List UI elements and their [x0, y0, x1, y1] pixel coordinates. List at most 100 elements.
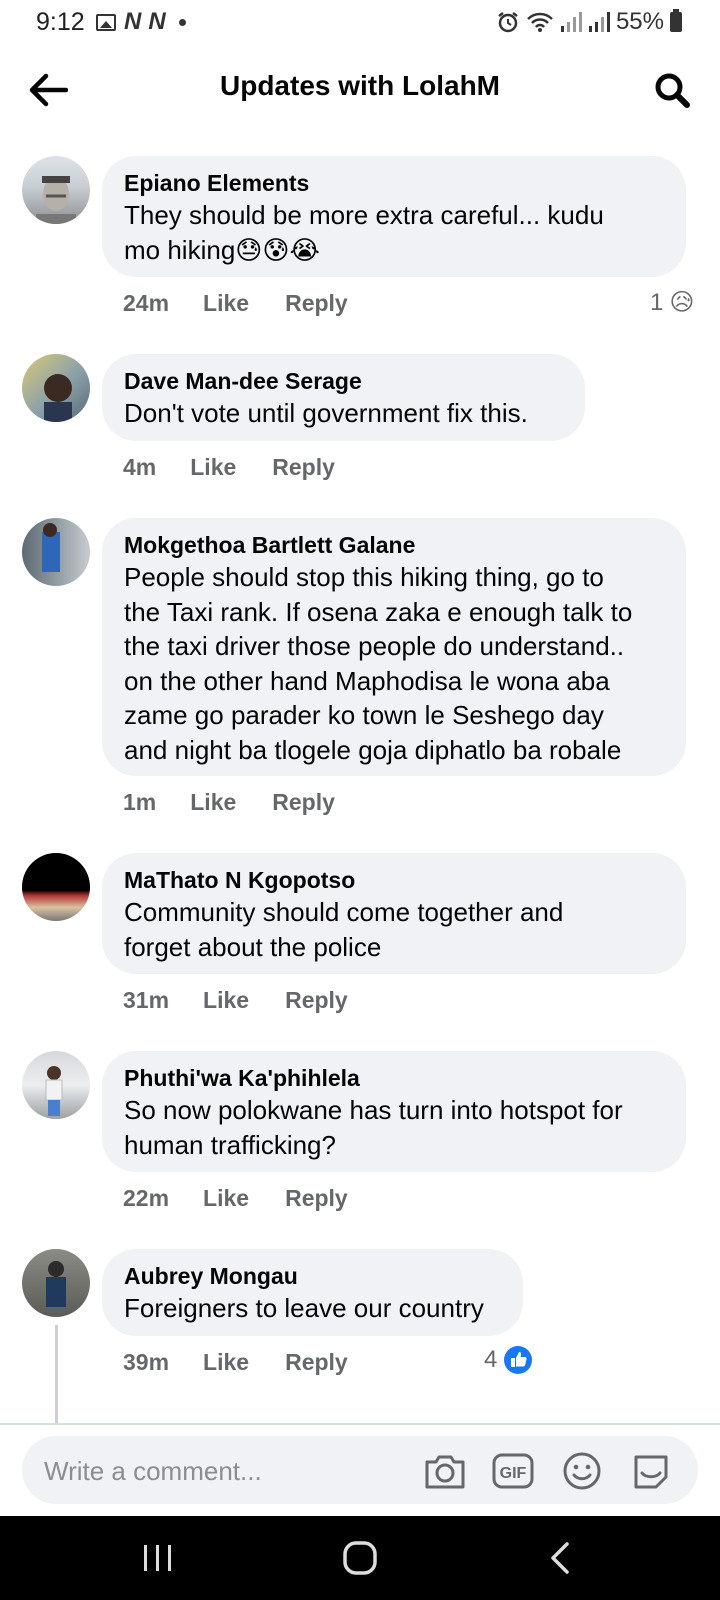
system-icons: 55%: [496, 8, 682, 36]
sad-reaction-icon: 😥: [669, 289, 695, 316]
comment-text: on the other hand Maphodisa le wona aba: [124, 665, 610, 696]
comment-text: Don't vote until government fix this.: [124, 398, 528, 428]
thread-line: [55, 1325, 58, 1423]
home-button[interactable]: [330, 1536, 390, 1580]
comment-bubble[interactable]: Aubrey Mongau Foreigners to leave our co…: [102, 1249, 523, 1336]
search-icon: [655, 73, 690, 108]
netflix-notification-icon: N: [124, 8, 141, 35]
comment-text: Foreigners to leave our country: [124, 1293, 484, 1323]
comment-text: People should stop this hiking thing, go…: [124, 562, 604, 592]
comment-author[interactable]: Dave Man-dee Serage: [124, 366, 563, 396]
comment-bubble[interactable]: Mokgethoa Bartlett Galane People should …: [102, 518, 686, 776]
comment-actions: 31m Like Reply: [123, 987, 348, 1014]
status-time: 9:12: [36, 8, 85, 36]
comment-time: 4m: [123, 454, 157, 480]
comment-composer: GIF: [22, 1436, 698, 1504]
comment-text: zame go parader ko town le Seshego day: [124, 700, 604, 730]
alarm-icon: [498, 12, 518, 33]
comment-bubble[interactable]: Phuthi'wa Ka'phihlela So now polokwane h…: [102, 1051, 686, 1172]
camera-button[interactable]: [422, 1448, 468, 1494]
comment-author[interactable]: Aubrey Mongau: [124, 1261, 501, 1291]
comment-bubble[interactable]: MaThato N Kgopotso Community should come…: [102, 853, 686, 974]
comment-text: human trafficking?: [124, 1129, 336, 1160]
more-notifications-dot: [178, 18, 186, 26]
like-button[interactable]: Like: [203, 987, 249, 1014]
reply-button[interactable]: Reply: [285, 290, 348, 317]
comment-actions: 22m Like Reply: [123, 1185, 348, 1212]
comment-input[interactable]: [42, 1448, 406, 1494]
image-notification-icon: [96, 13, 116, 31]
status-bar: 9:12 N N 55%: [0, 0, 720, 44]
system-nav-bar: [0, 1516, 720, 1600]
svg-text:GIF: GIF: [500, 1465, 527, 1482]
comment-author[interactable]: Epiano Elements: [124, 168, 664, 198]
like-button[interactable]: Like: [190, 789, 236, 816]
avatar[interactable]: [22, 354, 90, 422]
reaction-count: 4: [484, 1346, 498, 1373]
reply-button[interactable]: Reply: [285, 1185, 348, 1212]
header: Updates with LolahM: [0, 50, 720, 130]
page-title: Updates with LolahM: [220, 70, 500, 101]
comment-text: the Taxi rank. If osena zaka e enough ta…: [124, 596, 633, 627]
reply-button[interactable]: Reply: [285, 1349, 348, 1376]
reply-button[interactable]: Reply: [272, 454, 335, 481]
avatar[interactable]: [22, 853, 90, 921]
comment-time: 31m: [123, 987, 170, 1013]
signal-icon: [588, 12, 610, 32]
comment-text: forget about the police: [124, 931, 382, 962]
comment-author[interactable]: Mokgethoa Bartlett Galane: [124, 530, 664, 560]
avatar[interactable]: [22, 1249, 90, 1317]
comment-time: 39m: [123, 1349, 170, 1375]
thumbs-up-icon: [504, 1346, 533, 1374]
home-icon: [343, 1541, 377, 1575]
chevron-left-icon: [551, 1542, 569, 1574]
reaction-summary[interactable]: 1 😥: [650, 288, 694, 317]
battery-icon: [670, 9, 682, 32]
avatar[interactable]: [22, 1051, 90, 1119]
emoji-button[interactable]: [559, 1448, 605, 1494]
comment-actions: 39m Like Reply: [123, 1349, 348, 1376]
like-button[interactable]: Like: [190, 454, 236, 481]
comment-actions: 1m Like Reply: [123, 789, 335, 816]
emoji-icon: [563, 1452, 601, 1490]
avatar[interactable]: [22, 156, 90, 224]
battery-percent: 55%: [615, 8, 664, 35]
comment-text: and night ba tlogele goja diphatlo ba ro…: [124, 734, 622, 765]
comment-author[interactable]: MaThato N Kgopotso: [124, 865, 664, 895]
sticker-icon: [634, 1455, 668, 1489]
like-button[interactable]: Like: [203, 1185, 249, 1212]
comment-text: the taxi driver those people do understa…: [124, 631, 625, 661]
comment-text: They should be more extra careful... kud…: [124, 200, 604, 230]
comment-text: So now polokwane has turn into hotspot f…: [124, 1095, 623, 1125]
reaction-count: 1: [650, 288, 664, 316]
comment-time: 24m: [123, 290, 170, 316]
reaction-summary[interactable]: 4: [484, 1345, 533, 1375]
avatar[interactable]: [22, 518, 90, 586]
notification-icons: N N: [96, 8, 186, 36]
sticker-button[interactable]: [628, 1448, 674, 1494]
back-nav-button[interactable]: [530, 1536, 590, 1580]
gif-button[interactable]: GIF: [490, 1448, 536, 1494]
comment-actions: 4m Like Reply: [123, 454, 335, 481]
search-button[interactable]: [646, 66, 698, 114]
comment-bubble[interactable]: Epiano Elements They should be more extr…: [102, 156, 686, 277]
signal-icon: [560, 12, 582, 32]
comment-time: 1m: [123, 789, 157, 815]
recent-apps-button[interactable]: [128, 1536, 188, 1580]
divider: [0, 1423, 720, 1425]
comment-time: 22m: [123, 1185, 170, 1211]
camera-icon: [425, 1455, 465, 1489]
wifi-icon: [527, 12, 553, 32]
reply-button[interactable]: Reply: [272, 789, 335, 816]
comment-bubble[interactable]: Dave Man-dee Serage Don't vote until gov…: [102, 354, 585, 441]
comment-author[interactable]: Phuthi'wa Ka'phihlela: [124, 1063, 664, 1093]
gif-icon: GIF: [492, 1453, 534, 1489]
comment-text: mo hiking😓😰😭: [124, 234, 320, 265]
like-button[interactable]: Like: [203, 290, 249, 317]
netflix-notification-icon: N: [148, 8, 165, 35]
comment-text: Community should come together and: [124, 897, 564, 927]
reply-button[interactable]: Reply: [285, 987, 348, 1014]
comment-actions: 24m Like Reply: [123, 290, 348, 317]
recent-apps-icon: [144, 1545, 171, 1571]
like-button[interactable]: Like: [203, 1349, 249, 1376]
